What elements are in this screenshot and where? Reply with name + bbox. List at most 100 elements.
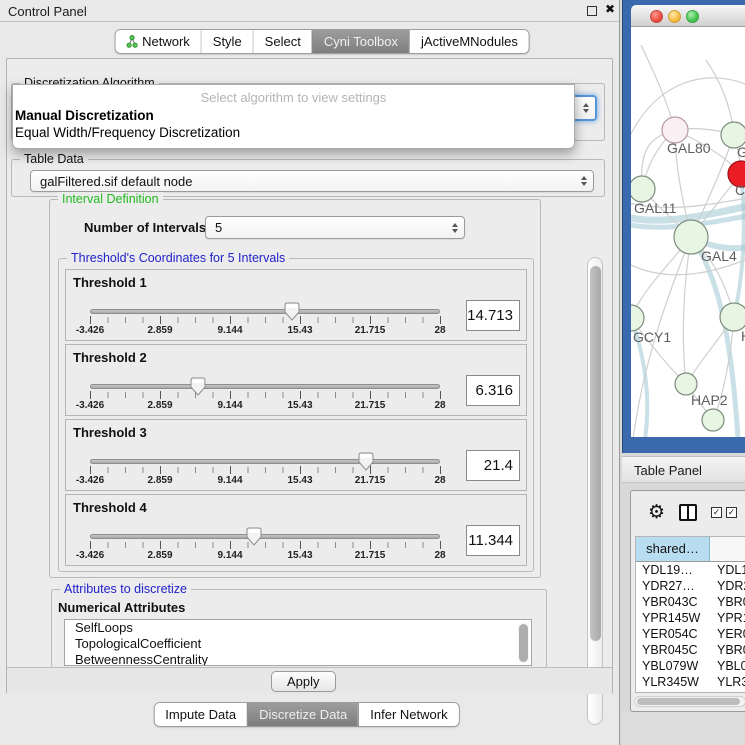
cell-name[interactable]: YBL0 xyxy=(710,658,745,674)
panel-scrollbar[interactable] xyxy=(587,257,603,725)
column-header-shared-name[interactable]: shared… xyxy=(636,537,710,562)
table-row[interactable]: YBR045CYBR0 xyxy=(636,642,745,658)
numerical-attributes-list[interactable]: SelfLoopsTopologicalCoefficientBetweenne… xyxy=(64,619,532,666)
table-row[interactable]: YDR27…YDR2 xyxy=(636,578,745,594)
table-row[interactable]: YDL19…YDL1 xyxy=(636,562,745,578)
cell-shared-name[interactable]: YER054C xyxy=(636,626,710,642)
cell-name[interactable]: YDL1 xyxy=(710,562,745,578)
threshold-slider[interactable]: -3.4262.8599.14415.4321.71528 xyxy=(90,377,440,411)
slider-handle[interactable] xyxy=(246,527,262,546)
slider-track[interactable] xyxy=(90,459,440,464)
table-hscroll-thumb[interactable] xyxy=(637,698,740,705)
table-row[interactable]: YIL052CYIL0 xyxy=(636,690,745,693)
table-panel-header: Table Panel xyxy=(622,456,745,483)
slider-track[interactable] xyxy=(90,384,440,389)
tab-select[interactable]: Select xyxy=(253,30,312,53)
cell-shared-name[interactable]: YBR045C xyxy=(636,642,710,658)
cell-name[interactable]: YLR3 xyxy=(710,674,745,690)
cell-name[interactable]: YIL0 xyxy=(710,690,745,693)
number-of-intervals-combobox[interactable]: 5 xyxy=(205,216,465,239)
tab-label: Cyni Toolbox xyxy=(324,34,398,49)
slider-handle[interactable] xyxy=(358,452,374,471)
attribute-list-item[interactable]: BetweennessCentrality xyxy=(65,652,531,666)
column-header-name[interactable]: n xyxy=(710,537,745,562)
network-edge[interactable] xyxy=(641,45,675,130)
threshold-value-field[interactable]: 14.713 xyxy=(466,300,520,331)
interval-definition-group: Interval Definition Number of Intervals … xyxy=(49,199,541,578)
zoom-traffic-light[interactable] xyxy=(686,10,699,23)
list-scrollbar-thumb[interactable] xyxy=(519,624,528,662)
slider-tick-label: -3.426 xyxy=(76,400,104,411)
checkbox-icon[interactable]: ✓ xyxy=(726,507,737,518)
cell-shared-name[interactable]: YPR145W xyxy=(636,610,710,626)
slider-ticks xyxy=(90,317,441,323)
tab-discretize-data[interactable]: Discretize Data xyxy=(247,703,358,726)
threshold-value-field[interactable]: 21.4 xyxy=(466,450,520,481)
table-row[interactable]: YBR043CYBR0 xyxy=(636,594,745,610)
slider-track[interactable] xyxy=(90,534,440,539)
cell-name[interactable]: YDR2 xyxy=(710,578,745,594)
network-node-green[interactable] xyxy=(631,176,655,202)
checkbox-icon[interactable]: ✓ xyxy=(711,507,722,518)
tab-jactivemnodules[interactable]: jActiveMNodules xyxy=(409,30,529,53)
table-row[interactable]: YPR145WYPR1 xyxy=(636,610,745,626)
cell-shared-name[interactable]: YDL19… xyxy=(636,562,710,578)
tab-cyni-toolbox[interactable]: Cyni Toolbox xyxy=(312,30,409,53)
slider-tick-label: 21.715 xyxy=(355,475,386,486)
tab-label: Network xyxy=(142,34,190,49)
bottom-tab-bar: Impute DataDiscretize DataInfer Network xyxy=(153,702,459,727)
list-scrollbar[interactable] xyxy=(518,622,529,663)
table-row[interactable]: YBL079WYBL0 xyxy=(636,658,745,674)
cell-name[interactable]: YPR1 xyxy=(710,610,745,626)
threshold-slider[interactable]: -3.4262.8599.14415.4321.71528 xyxy=(90,527,440,561)
slider-tick-label: 9.144 xyxy=(217,475,242,486)
dropdown-option-manual[interactable]: Manual Discretization xyxy=(13,107,574,124)
cell-shared-name[interactable]: YDR27… xyxy=(636,578,710,594)
threshold-value-field[interactable]: 6.316 xyxy=(466,375,520,406)
table-row[interactable]: YLR345WYLR3 xyxy=(636,674,745,690)
threshold-value-field[interactable]: 11.344 xyxy=(466,525,520,556)
slider-tick-label: 28 xyxy=(434,400,445,411)
slider-handle[interactable] xyxy=(190,377,206,396)
table-data-combobox[interactable]: galFiltered.sif default node xyxy=(30,170,594,192)
cell-shared-name[interactable]: YBL079W xyxy=(636,658,710,674)
network-node-green[interactable] xyxy=(631,305,644,331)
attribute-list-item[interactable]: SelfLoops xyxy=(65,620,531,636)
minimize-traffic-light[interactable] xyxy=(668,10,681,23)
cell-name[interactable]: YBR0 xyxy=(710,594,745,610)
split-columns-icon[interactable] xyxy=(679,504,697,521)
threshold-slider[interactable]: -3.4262.8599.14415.4321.71528 xyxy=(90,302,440,336)
cell-name[interactable]: YBR0 xyxy=(710,642,745,658)
tab-impute-data[interactable]: Impute Data xyxy=(154,703,247,726)
tab-infer-network[interactable]: Infer Network xyxy=(358,703,458,726)
attributes-group-label: Attributes to discretize xyxy=(60,582,191,597)
network-node-green[interactable] xyxy=(720,303,745,331)
tab-label: jActiveMNodules xyxy=(421,34,518,49)
tab-style[interactable]: Style xyxy=(201,30,253,53)
slider-tick-label: 2.859 xyxy=(147,400,172,411)
table-horizontal-scrollbar[interactable] xyxy=(634,696,745,707)
apply-button[interactable]: Apply xyxy=(271,671,336,692)
cell-shared-name[interactable]: YIL052C xyxy=(636,690,710,693)
close-traffic-light[interactable] xyxy=(650,10,663,23)
table-row[interactable]: YER054CYER0 xyxy=(636,626,745,642)
float-window-icon[interactable] xyxy=(587,6,597,16)
panel-scrollbar-thumb[interactable] xyxy=(590,266,601,641)
tab-network[interactable]: Network xyxy=(115,30,201,53)
attribute-list-item[interactable]: TopologicalCoefficient xyxy=(65,636,531,652)
close-icon[interactable]: ✖ xyxy=(605,2,615,16)
network-edge[interactable] xyxy=(683,237,691,384)
cell-name[interactable]: YER0 xyxy=(710,626,745,642)
slider-handle[interactable] xyxy=(284,302,300,321)
slider-major-tick xyxy=(230,541,231,549)
threshold-slider[interactable]: -3.4262.8599.14415.4321.71528 xyxy=(90,452,440,486)
dropdown-option-equal-width[interactable]: Equal Width/Frequency Discretization xyxy=(13,124,574,141)
network-icon xyxy=(126,35,137,48)
slider-track[interactable] xyxy=(90,309,440,314)
network-canvas[interactable]: GAL80GACGAL11GAL4GCY1HHAP2 xyxy=(631,27,745,437)
dropdown-prompt[interactable]: Select algorithm to view settings xyxy=(13,88,574,107)
cell-shared-name[interactable]: YBR043C xyxy=(636,594,710,610)
network-node-green[interactable] xyxy=(702,409,724,431)
cell-shared-name[interactable]: YLR345W xyxy=(636,674,710,690)
gear-icon[interactable]: ⚙ xyxy=(648,503,665,522)
